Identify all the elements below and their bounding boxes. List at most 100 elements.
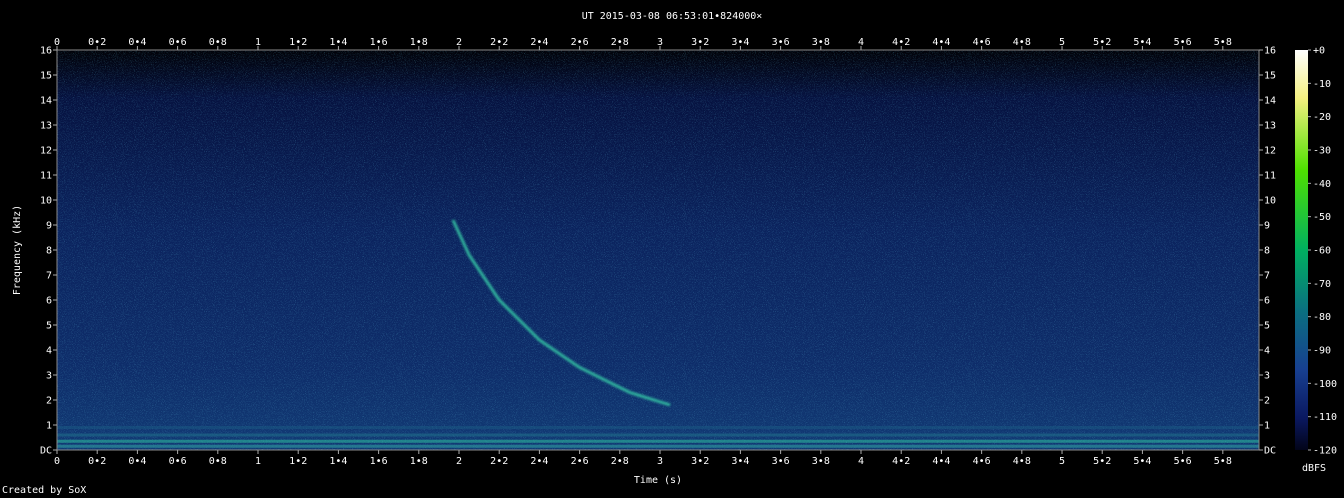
x-tick-label-top: 5•6 xyxy=(1174,37,1192,48)
x-tick-label-bottom: 5•4 xyxy=(1133,456,1151,467)
y-tick-label-left: 4 xyxy=(46,346,52,357)
y-tick-label-right: 12 xyxy=(1264,146,1276,157)
colorbar-tick-label: -50 xyxy=(1313,212,1331,223)
x-tick-label-top: 4•6 xyxy=(973,37,991,48)
y-tick-label-right: 4 xyxy=(1264,346,1270,357)
x-tick-label-top: 0•4 xyxy=(128,37,146,48)
x-tick-label-bottom: 3•2 xyxy=(691,456,709,467)
y-tick-label-left: 16 xyxy=(40,46,52,57)
x-tick-label-top: 4 xyxy=(858,37,864,48)
y-tick-label-left: 3 xyxy=(46,371,52,382)
x-tick-label-bottom: 5•6 xyxy=(1174,456,1192,467)
x-tick-label-top: 3•2 xyxy=(691,37,709,48)
x-tick-label-bottom: 1•8 xyxy=(410,456,428,467)
y-tick-label-right: 3 xyxy=(1264,371,1270,382)
colorbar-tick-label: -70 xyxy=(1313,279,1331,290)
x-tick-label-bottom: 2•2 xyxy=(490,456,508,467)
credit-text: Created by SoX xyxy=(2,485,87,496)
y-tick-label-right: 6 xyxy=(1264,296,1270,307)
x-tick-label-bottom: 2•4 xyxy=(530,456,548,467)
x-tick-label-bottom: 0•4 xyxy=(128,456,146,467)
x-tick-label-top: 1•6 xyxy=(370,37,388,48)
colorbar: +0 -10 -20 -30 -40 -50 -60 -70 -80 -90 -100 -110 -12… xyxy=(1295,46,1337,474)
colorbar-tick-label: -80 xyxy=(1313,312,1331,323)
y-tick-label-right: 16 xyxy=(1264,46,1276,57)
y-tick-label-right: 11 xyxy=(1264,171,1276,182)
x-tick-label-top: 4•4 xyxy=(932,37,950,48)
x-tick-label-bottom: 0•6 xyxy=(169,456,187,467)
x-tick-label-top: 1 xyxy=(255,37,261,48)
y-axis-right: DC12345678910111213141516 xyxy=(1259,46,1276,457)
colorbar-gradient xyxy=(1295,50,1308,450)
colorbar-tick-label: -40 xyxy=(1313,179,1331,190)
y-tick-label-right: 1 xyxy=(1264,421,1270,432)
x-tick-label-top: 5•8 xyxy=(1214,37,1232,48)
x-tick-label-bottom: 0•8 xyxy=(209,456,227,467)
x-tick-label-top: 5 xyxy=(1059,37,1065,48)
colorbar-tick-label: -10 xyxy=(1313,79,1331,90)
y-tick-label-left: 14 xyxy=(40,96,52,107)
x-tick-label-bottom: 2•6 xyxy=(571,456,589,467)
colorbar-tick-label: -110 xyxy=(1313,412,1337,423)
x-tick-label-bottom: 4•4 xyxy=(932,456,950,467)
y-tick-label-left: 15 xyxy=(40,71,52,82)
x-tick-label-top: 5•4 xyxy=(1133,37,1151,48)
colorbar-tick-label: -120 xyxy=(1313,446,1337,457)
x-tick-label-bottom: 1 xyxy=(255,456,261,467)
x-tick-label-bottom: 1•4 xyxy=(329,456,347,467)
x-tick-label-top: 3•6 xyxy=(772,37,790,48)
y-tick-label-left: 6 xyxy=(46,296,52,307)
spectrogram-plot-area xyxy=(56,49,1260,451)
spectrogram-chart: UT 2015-03-08 06:53:01•824000× 0 0•2 0•4 0•… xyxy=(12,11,1337,486)
y-axis-label: Frequency (kHz) xyxy=(12,205,23,295)
x-tick-label-bottom: 3•6 xyxy=(772,456,790,467)
colorbar-tick-label: -30 xyxy=(1313,146,1331,157)
x-tick-label-bottom: 1•2 xyxy=(289,456,307,467)
x-tick-label-bottom: 3•8 xyxy=(812,456,830,467)
x-tick-label-top: 2 xyxy=(456,37,462,48)
x-tick-label-bottom: 3•4 xyxy=(731,456,749,467)
x-axis-label: Time (s) xyxy=(634,475,682,486)
x-tick-label-top: 2•4 xyxy=(530,37,548,48)
x-tick-label-top: 0•6 xyxy=(169,37,187,48)
x-tick-label-top: 5•2 xyxy=(1093,37,1111,48)
x-tick-label-bottom: 4•2 xyxy=(892,456,910,467)
y-tick-label-left: 8 xyxy=(46,246,52,257)
x-tick-label-top: 1•4 xyxy=(329,37,347,48)
y-tick-label-right: 9 xyxy=(1264,221,1270,232)
x-tick-label-bottom: 2•8 xyxy=(611,456,629,467)
y-tick-label-right: 2 xyxy=(1264,396,1270,407)
x-tick-label-bottom: 0 xyxy=(54,456,60,467)
y-tick-label-left: 10 xyxy=(40,196,52,207)
y-tick-label-left: 9 xyxy=(46,221,52,232)
x-tick-label-top: 2•6 xyxy=(571,37,589,48)
x-tick-label-bottom: 4 xyxy=(858,456,864,467)
x-tick-label-top: 0•8 xyxy=(209,37,227,48)
y-tick-label-left: 7 xyxy=(46,271,52,282)
x-tick-label-top: 2•2 xyxy=(490,37,508,48)
y-tick-label-left: 1 xyxy=(46,421,52,432)
x-tick-label-top: 1•8 xyxy=(410,37,428,48)
y-tick-label-right: 10 xyxy=(1264,196,1276,207)
colorbar-label: dBFS xyxy=(1302,463,1326,474)
x-tick-label-top: 0 xyxy=(54,37,60,48)
colorbar-tick-label: -20 xyxy=(1313,112,1331,123)
y-tick-label-right: 15 xyxy=(1264,71,1276,82)
x-tick-label-top: 0•2 xyxy=(88,37,106,48)
x-tick-label-bottom: 4•6 xyxy=(973,456,991,467)
x-tick-label-bottom: 2 xyxy=(456,456,462,467)
y-tick-label-left: 13 xyxy=(40,121,52,132)
colorbar-tick-label: +0 xyxy=(1313,46,1325,57)
y-tick-label-left: 11 xyxy=(40,171,52,182)
y-tick-label-right: 13 xyxy=(1264,121,1276,132)
y-tick-label-left: 2 xyxy=(46,396,52,407)
x-tick-label-bottom: 5•8 xyxy=(1214,456,1232,467)
y-tick-label-right: 14 xyxy=(1264,96,1276,107)
y-tick-label-right: 8 xyxy=(1264,246,1270,257)
y-tick-label-left: DC xyxy=(40,446,52,457)
x-tick-label-bottom: 4•8 xyxy=(1013,456,1031,467)
x-tick-label-bottom: 5 xyxy=(1059,456,1065,467)
x-tick-label-top: 3•8 xyxy=(812,37,830,48)
y-tick-label-left: 12 xyxy=(40,146,52,157)
x-tick-label-bottom: 0•2 xyxy=(88,456,106,467)
